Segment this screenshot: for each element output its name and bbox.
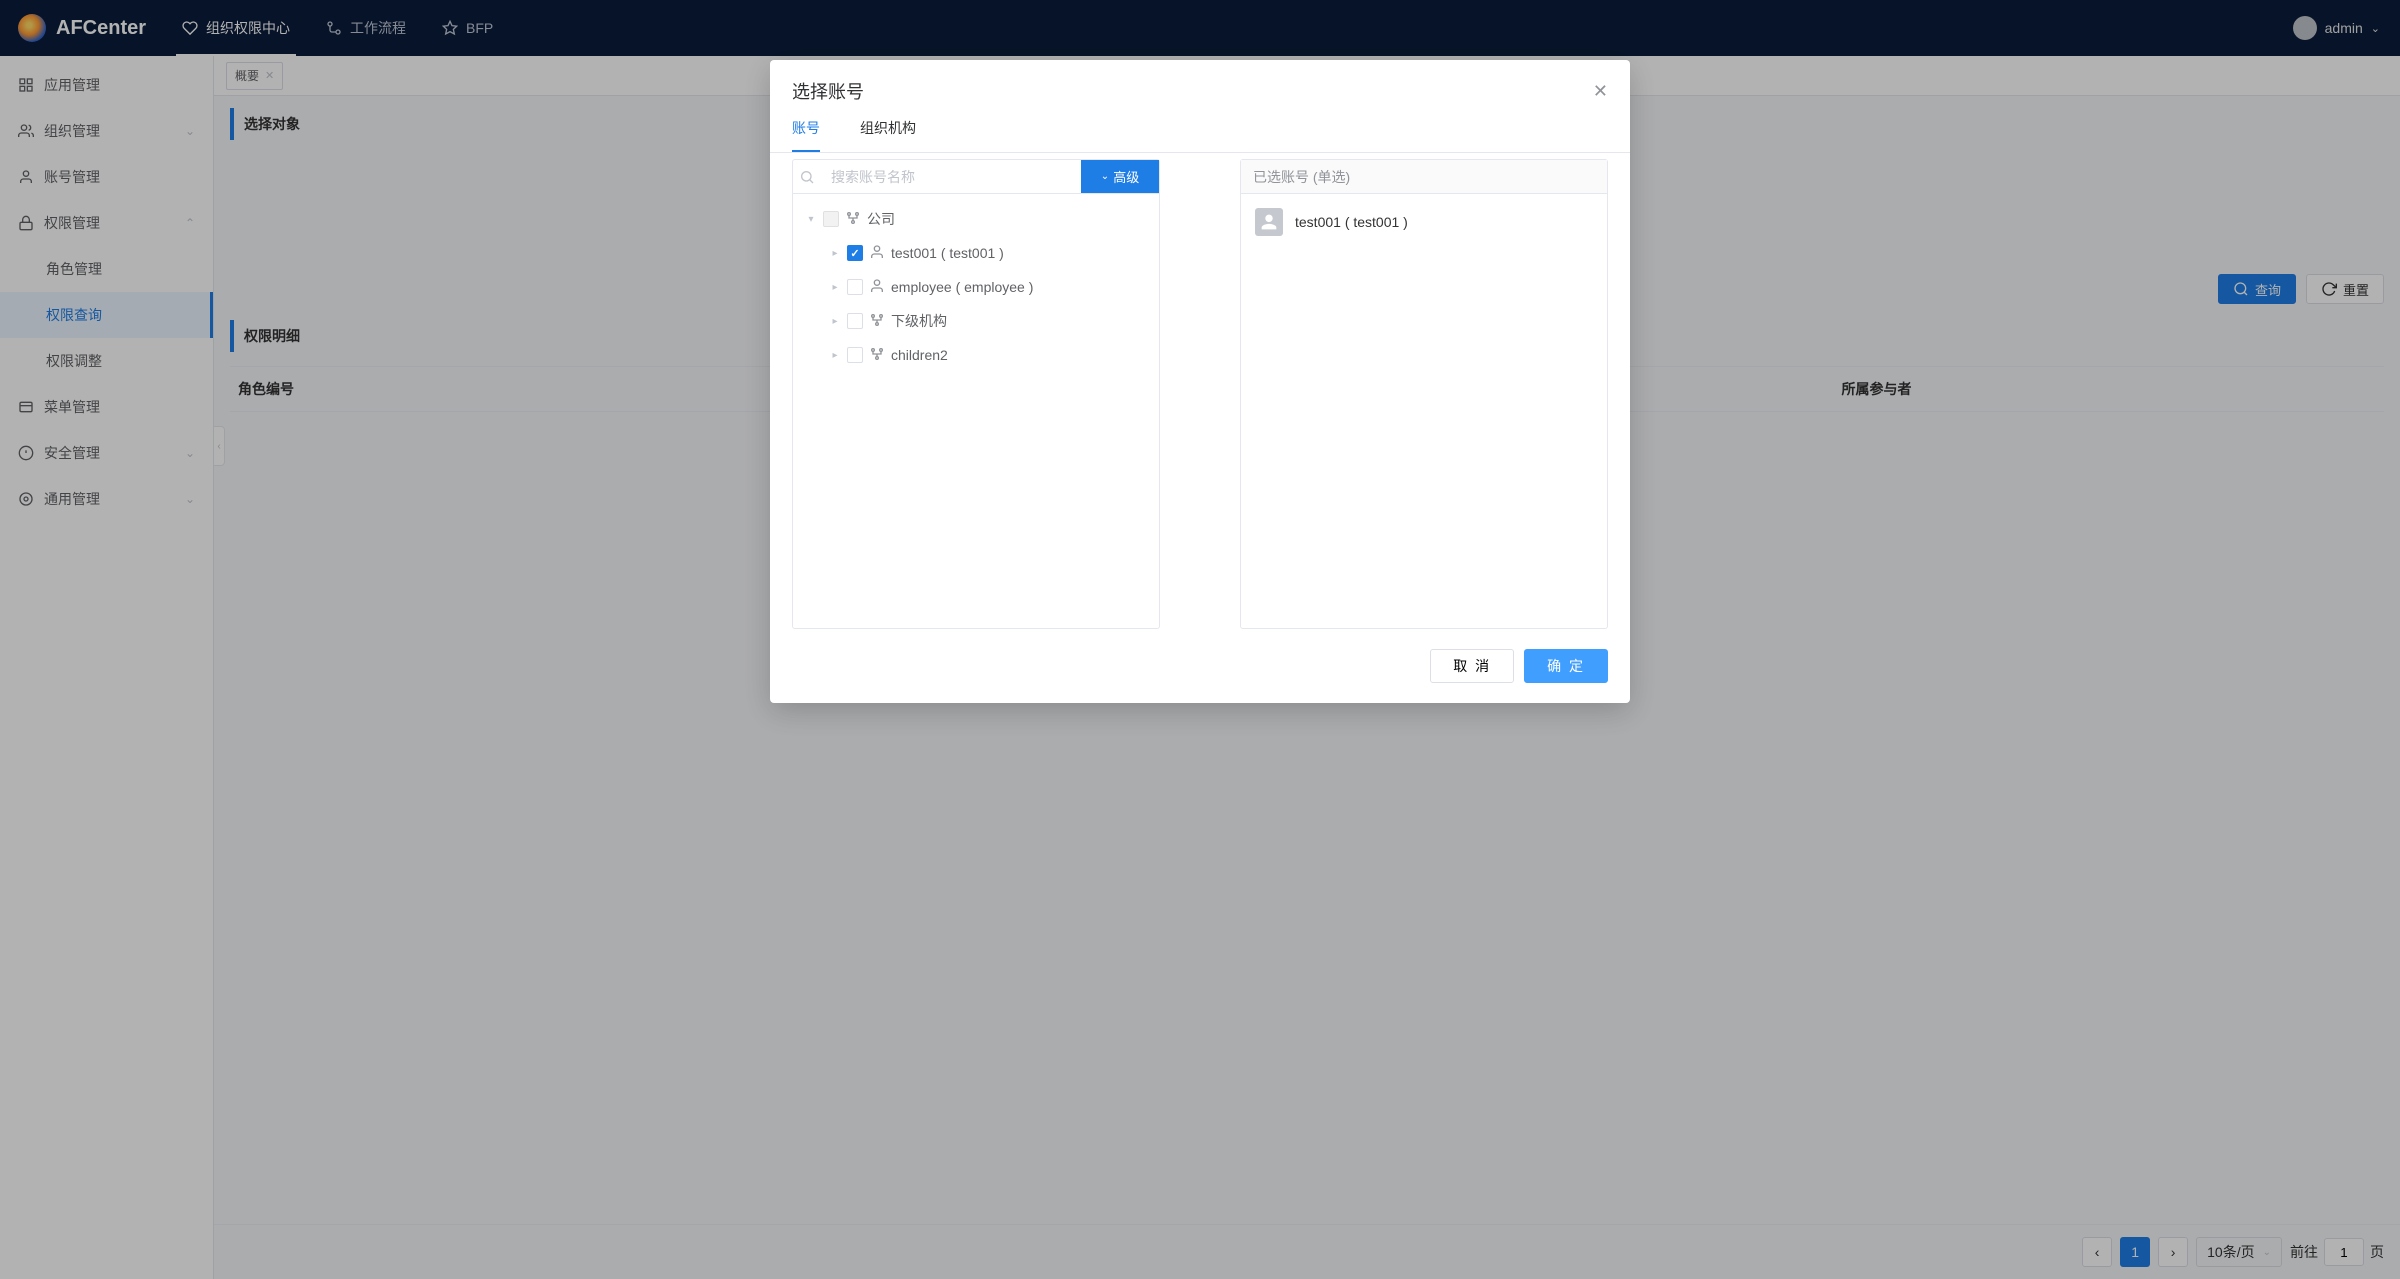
tree-node-label: children2	[891, 347, 948, 363]
org-icon	[869, 346, 885, 365]
tree-expand-icon[interactable]: ▸	[829, 316, 841, 327]
tree-node-company[interactable]: ▾ 公司	[799, 202, 1153, 236]
tree-node-children2[interactable]: ▸ children2	[799, 338, 1153, 372]
tree-expand-icon[interactable]: ▸	[829, 248, 841, 259]
checkbox[interactable]	[847, 313, 863, 329]
confirm-button[interactable]: 确 定	[1524, 649, 1608, 683]
org-icon	[869, 312, 885, 331]
advanced-button[interactable]: ⌄ 高级	[1081, 160, 1159, 193]
tree-node-label: test001 ( test001 )	[891, 245, 1004, 261]
tree-node-test001[interactable]: ▸ test001 ( test001 )	[799, 236, 1153, 270]
checkbox	[823, 211, 839, 227]
button-label: 高级	[1113, 167, 1139, 186]
tree-node-label: 公司	[867, 209, 895, 229]
checkbox[interactable]	[847, 279, 863, 295]
org-icon	[845, 210, 861, 229]
checkbox[interactable]	[847, 347, 863, 363]
close-button[interactable]: ✕	[1593, 81, 1608, 102]
selected-label: test001 ( test001 )	[1295, 214, 1408, 230]
dialog-title: 选择账号	[792, 78, 864, 104]
user-icon	[869, 244, 885, 263]
selected-item[interactable]: test001 ( test001 )	[1241, 194, 1607, 250]
selected-panel: 已选账号 (单选) test001 ( test001 )	[1240, 159, 1608, 629]
tree-expand-icon[interactable]: ▸	[829, 350, 841, 361]
user-icon	[1255, 208, 1283, 236]
double-chevron-down-icon: ⌄	[1101, 171, 1109, 182]
user-icon	[869, 278, 885, 297]
tree-node-employee[interactable]: ▸ employee ( employee )	[799, 270, 1153, 304]
tree-panel: ⌄ 高级 ▾ 公司 ▸ test001 ( test001 )	[792, 159, 1160, 629]
cancel-button[interactable]: 取 消	[1430, 649, 1514, 683]
dialog-tabs: 账号 组织机构	[770, 104, 1630, 153]
tree-node-label: employee ( employee )	[891, 279, 1033, 295]
tab-account[interactable]: 账号	[792, 118, 820, 152]
tree-expand-icon[interactable]: ▾	[805, 214, 817, 225]
tab-org[interactable]: 组织机构	[860, 118, 916, 152]
tree-expand-icon[interactable]: ▸	[829, 282, 841, 293]
select-account-dialog: 选择账号 ✕ 账号 组织机构 ⌄ 高级 ▾ 公	[770, 60, 1630, 703]
search-icon	[793, 160, 821, 193]
tree-node-suborg[interactable]: ▸ 下级机构	[799, 304, 1153, 338]
search-input[interactable]	[821, 160, 1081, 193]
checkbox[interactable]	[847, 245, 863, 261]
tree-node-label: 下级机构	[891, 311, 947, 331]
selected-panel-title: 已选账号 (单选)	[1241, 160, 1607, 194]
account-tree: ▾ 公司 ▸ test001 ( test001 ) ▸ employee ( …	[793, 194, 1159, 628]
